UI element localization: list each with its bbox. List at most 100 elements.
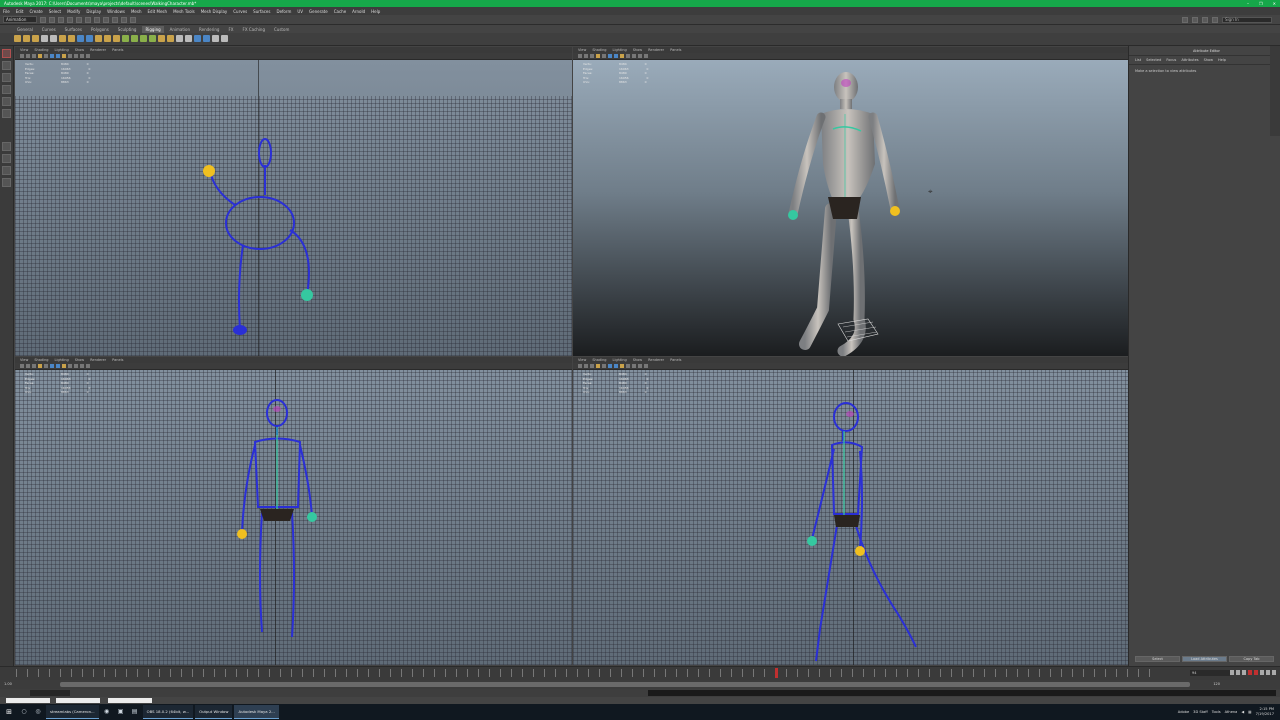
camera-attributes-icon[interactable] xyxy=(584,54,588,58)
menu-create[interactable]: Create xyxy=(29,9,42,14)
freeze-transform-icon[interactable] xyxy=(185,35,192,42)
menu-mesh[interactable]: Mesh xyxy=(131,9,142,14)
aim-constraint-icon[interactable] xyxy=(149,35,156,42)
select-by-object-icon[interactable] xyxy=(94,16,100,23)
character-mesh-side[interactable] xyxy=(798,399,933,665)
current-frame-field[interactable]: 94 xyxy=(1190,670,1230,676)
menu-arnold[interactable]: Arnold xyxy=(352,9,365,14)
quick-rig-icon[interactable] xyxy=(203,35,210,42)
tray-tools[interactable]: Tools xyxy=(1212,710,1221,714)
camera-icon[interactable] xyxy=(578,54,582,58)
viewport-persp[interactable]: View Shading Lighting Show Renderer Pane… xyxy=(573,47,1128,356)
camera-attributes-icon[interactable] xyxy=(584,364,588,368)
parent-constraint-icon[interactable] xyxy=(140,35,147,42)
smooth-shade-icon[interactable] xyxy=(56,364,60,368)
play-forwards-icon[interactable] xyxy=(1254,670,1258,675)
ae-menu-show[interactable]: Show xyxy=(1204,58,1213,62)
modeling-toolkit-icon[interactable] xyxy=(1182,17,1188,23)
range-end-field[interactable]: 120 xyxy=(1213,681,1220,688)
snap-curve-icon[interactable] xyxy=(112,16,118,23)
lights-icon[interactable] xyxy=(626,364,630,368)
character-mesh-top[interactable] xyxy=(195,135,335,345)
range-slider[interactable]: 1.00 120 xyxy=(0,680,1280,689)
camera-attributes-icon[interactable] xyxy=(26,54,30,58)
nurbs-circle-icon[interactable] xyxy=(167,35,174,42)
new-scene-icon[interactable] xyxy=(40,16,46,23)
unbind-skin-icon[interactable] xyxy=(86,35,93,42)
menu-help[interactable]: Help xyxy=(371,9,380,14)
grid-toggle-icon[interactable] xyxy=(44,54,48,58)
bookmark-icon[interactable] xyxy=(590,54,594,58)
point-constraint-icon[interactable] xyxy=(122,35,129,42)
open-scene-icon[interactable] xyxy=(49,16,55,23)
task-output-window[interactable]: Output Window xyxy=(195,705,233,719)
character-controls-icon[interactable] xyxy=(1192,17,1198,23)
tray-athena[interactable]: Athena xyxy=(1225,710,1238,714)
ae-load-attributes-button[interactable]: Load Attributes xyxy=(1182,656,1227,662)
bookmark-icon[interactable] xyxy=(590,364,594,368)
windows-start-icon[interactable]: ⊞ xyxy=(2,705,16,719)
search-input[interactable]: Sign In xyxy=(1222,17,1272,23)
image-plane-icon[interactable] xyxy=(38,364,42,368)
menu-file[interactable]: File xyxy=(3,9,10,14)
select-tool-icon[interactable] xyxy=(2,49,11,58)
explorer-icon[interactable]: ▣ xyxy=(115,706,127,718)
ik-spline-icon[interactable] xyxy=(32,35,39,42)
select-by-hierarchy-icon[interactable] xyxy=(85,16,91,23)
bookmark-icon[interactable] xyxy=(32,364,36,368)
xray-icon[interactable] xyxy=(86,54,90,58)
ae-menu-list[interactable]: List xyxy=(1135,58,1141,62)
lights-icon[interactable] xyxy=(68,364,72,368)
textured-icon[interactable] xyxy=(62,54,66,58)
shadows-icon[interactable] xyxy=(74,364,78,368)
playhead[interactable] xyxy=(775,668,778,678)
store-icon[interactable]: ▤ xyxy=(129,706,141,718)
menu-set-dropdown[interactable]: Animation xyxy=(3,16,37,23)
shelf-tab-surfaces[interactable]: Surfaces xyxy=(62,26,85,33)
cortana-icon[interactable]: ◎ xyxy=(32,706,44,718)
wireframe-icon[interactable] xyxy=(608,364,612,368)
snap-grid-icon[interactable] xyxy=(103,16,109,23)
network-icon[interactable]: ▦ xyxy=(1248,710,1251,714)
image-plane-icon[interactable] xyxy=(38,54,42,58)
grid-toggle-icon[interactable] xyxy=(602,364,606,368)
shelf-tab-rendering[interactable]: Rendering xyxy=(196,26,222,33)
lights-icon[interactable] xyxy=(68,54,72,58)
textured-icon[interactable] xyxy=(62,364,66,368)
menu-windows[interactable]: Windows xyxy=(107,9,125,14)
xray-icon[interactable] xyxy=(644,364,648,368)
menu-curves[interactable]: Curves xyxy=(233,9,247,14)
menu-mesh-display[interactable]: Mesh Display xyxy=(201,9,228,14)
smooth-bind-icon[interactable] xyxy=(77,35,84,42)
image-plane-icon[interactable] xyxy=(596,364,600,368)
rotate-tool-icon[interactable] xyxy=(2,97,11,106)
shelf-tab-general[interactable]: General xyxy=(14,26,36,33)
bind-skin-icon[interactable] xyxy=(59,35,66,42)
channel-box-toggle-icon[interactable] xyxy=(1212,17,1218,23)
wireframe-icon[interactable] xyxy=(608,54,612,58)
ae-select-button[interactable]: Select xyxy=(1135,656,1180,662)
menu-display[interactable]: Display xyxy=(86,9,101,14)
joint-tool-icon[interactable] xyxy=(14,35,21,42)
attribute-editor-toggle-icon[interactable] xyxy=(1202,17,1208,23)
step-back-key-icon[interactable] xyxy=(1236,670,1240,675)
smooth-shade-icon[interactable] xyxy=(614,364,618,368)
viewport-side[interactable]: View Shading Lighting Show Renderer Pane… xyxy=(573,357,1128,665)
isolate-select-icon[interactable] xyxy=(80,54,84,58)
ae-menu-help[interactable]: Help xyxy=(1218,58,1226,62)
close-button[interactable]: ✕ xyxy=(1273,0,1276,7)
character-mesh-front[interactable] xyxy=(230,397,325,647)
task-maya[interactable]: Autodesk Maya 2... xyxy=(234,705,279,719)
lights-icon[interactable] xyxy=(626,54,630,58)
ae-menu-focus[interactable]: Focus xyxy=(1166,58,1176,62)
mirror-joint-icon[interactable] xyxy=(41,35,48,42)
xray-icon[interactable] xyxy=(644,54,648,58)
shelf-tab-fx-caching[interactable]: FX Caching xyxy=(240,26,268,33)
move-tool-icon[interactable] xyxy=(2,85,11,94)
shadows-icon[interactable] xyxy=(632,54,636,58)
ik-handle-icon[interactable] xyxy=(23,35,30,42)
control-curve-icon[interactable] xyxy=(176,35,183,42)
menu-edit[interactable]: Edit xyxy=(16,9,24,14)
shelf-tab-animation[interactable]: Animation xyxy=(167,26,193,33)
volume-icon[interactable]: ◀ xyxy=(1241,710,1244,714)
